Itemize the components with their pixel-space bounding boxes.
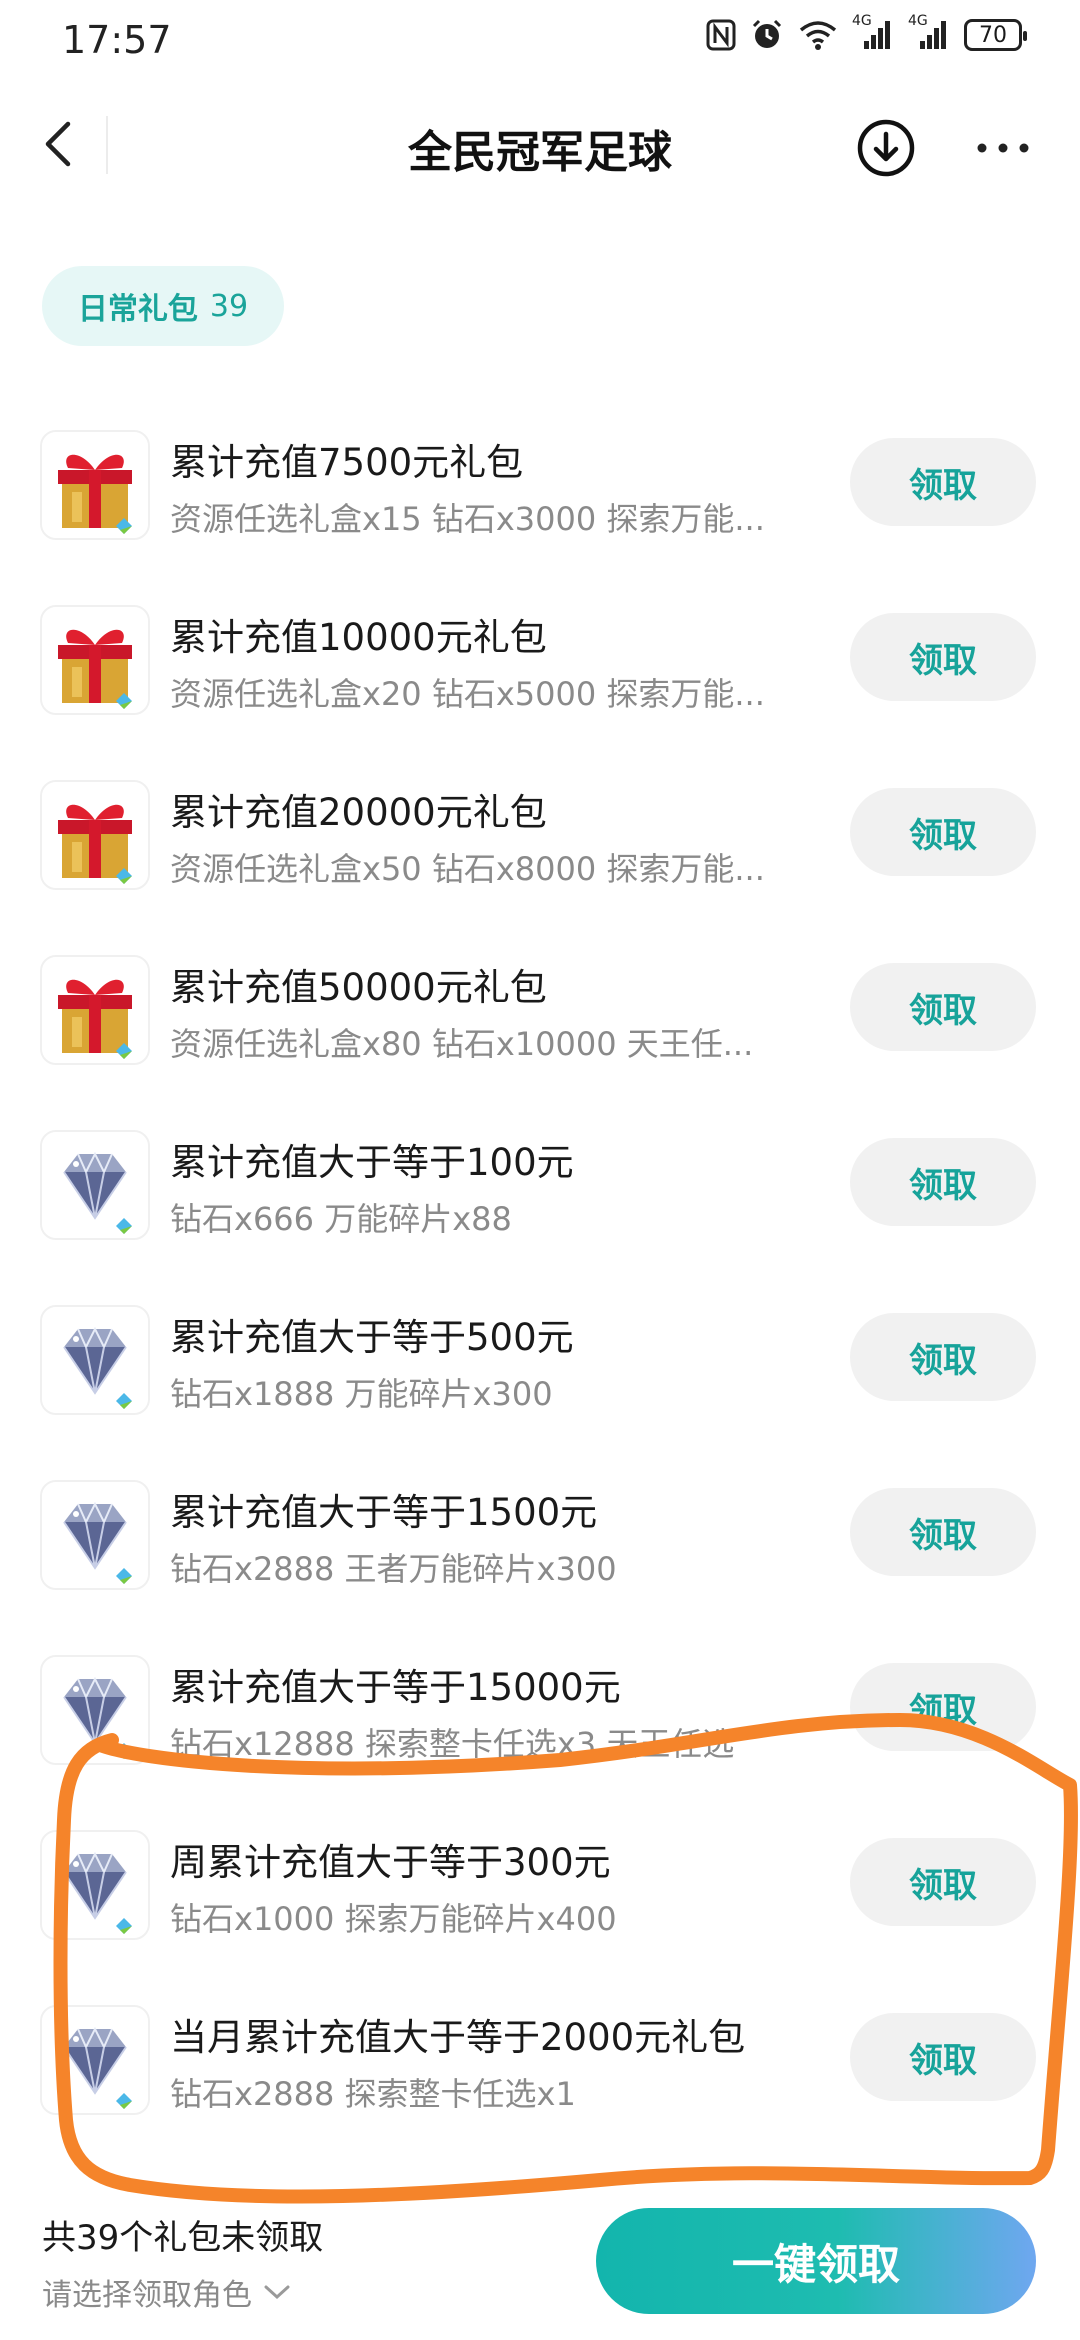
role-selector[interactable]: 请选择领取角色 (42, 2270, 292, 2314)
role-selector-label: 请选择领取角色 (42, 2278, 252, 2313)
one-click-claim-button[interactable]: 一键领取 (596, 2208, 1036, 2314)
package-row[interactable]: 累计充值大于等于1500元钻石x2888 王者万能碎片x300 领取 (0, 1470, 1080, 1645)
claim-button[interactable]: 领取 (850, 1313, 1036, 1401)
package-description: 钻石x2888 王者万能碎片x300 (170, 1550, 617, 1588)
daily-package-tab[interactable]: 日常礼包 39 (42, 266, 284, 346)
cellular-signal-1: 4G (852, 13, 894, 51)
tab-count: 39 (209, 288, 249, 324)
package-description: 钻石x1888 万能碎片x300 (170, 1375, 553, 1413)
package-title: 累计充值50000元礼包 (170, 966, 547, 1009)
package-description: 钻石x1000 探索万能碎片x400 (170, 1900, 617, 1938)
package-description: 资源任选礼盒x15 钻石x3000 探索万能... (170, 500, 765, 538)
claim-button[interactable]: 领取 (850, 613, 1036, 701)
claim-button[interactable]: 领取 (850, 1138, 1036, 1226)
gift-box-icon (40, 780, 150, 890)
signal-icon (920, 21, 946, 49)
alarm-icon (752, 19, 782, 48)
status-time: 17:57 (62, 18, 172, 62)
tab-label: 日常礼包 (77, 292, 198, 327)
gift-box-icon (40, 955, 150, 1065)
claim-button[interactable]: 领取 (850, 2013, 1036, 2101)
package-row[interactable]: 累计充值大于等于100元钻石x666 万能碎片x88 领取 (0, 1120, 1080, 1295)
more-options-icon[interactable] (970, 118, 1036, 178)
package-list: 累计充值7500元礼包 资源任选礼盒x15 钻石x3000 探索万能... 领取 累计… (0, 420, 1080, 2170)
gift-package-page: 17:57 4G 4G 70 全民冠军足球 日常礼包 39 累计充值7500元礼… (0, 0, 1080, 2340)
package-row[interactable]: 累计充值大于等于15000元钻石x12888 探索整卡任选x3 天王任选 领取 (0, 1645, 1080, 1820)
package-title: 累计充值20000元礼包 (170, 791, 547, 834)
package-row[interactable]: 累计充值10000元礼包资源任选礼盒x20 钻石x5000 探索万能... 领取 (0, 595, 1080, 770)
package-title: 周累计充值大于等于300元 (170, 1841, 611, 1884)
nfc-icon (706, 19, 736, 51)
footer-bar: 共39个礼包未领取 请选择领取角色 一键领取 (0, 2196, 1080, 2340)
signal-icon (864, 21, 890, 49)
package-row[interactable]: 累计充值大于等于500元钻石x1888 万能碎片x300 领取 (0, 1295, 1080, 1470)
package-title: 累计充值大于等于15000元 (170, 1666, 621, 1709)
gift-box-icon (40, 430, 150, 540)
status-icons: 4G 4G 70 (706, 13, 1027, 52)
download-icon[interactable] (856, 118, 916, 178)
package-description: 钻石x666 万能碎片x88 (170, 1200, 512, 1238)
gift-box-icon (40, 605, 150, 715)
package-description: 钻石x12888 探索整卡任选x3 天王任选 (170, 1725, 735, 1763)
claim-button[interactable]: 领取 (850, 1663, 1036, 1751)
package-title: 累计充值7500元礼包 (170, 441, 524, 484)
package-title: 累计充值10000元礼包 (170, 616, 547, 659)
package-row[interactable]: 累计充值50000元礼包资源任选礼盒x80 钻石x10000 天王任... 领取 (0, 945, 1080, 1120)
wifi-icon (799, 21, 837, 50)
claim-button[interactable]: 领取 (850, 438, 1036, 526)
diamond-icon (40, 1480, 150, 1590)
unclaimed-count: 共39个礼包未领取 (42, 2218, 324, 2258)
battery-indicator: 70 (964, 19, 1027, 51)
diamond-icon (40, 1305, 150, 1415)
package-row[interactable]: 累计充值7500元礼包资源任选礼盒x15 钻石x3000 探索万能... 领取 (0, 420, 1080, 595)
package-row[interactable]: 周累计充值大于等于300元钻石x1000 探索万能碎片x400 领取 (0, 1820, 1080, 1995)
diamond-icon (40, 1655, 150, 1765)
package-title: 累计充值大于等于500元 (170, 1316, 574, 1359)
package-description: 资源任选礼盒x20 钻石x5000 探索万能... (170, 675, 765, 713)
status-bar: 17:57 4G 4G 70 (0, 0, 1080, 80)
package-row[interactable]: 当月累计充值大于等于2000元礼包钻石x2888 探索整卡任选x1 领取 (0, 1995, 1080, 2170)
package-title: 累计充值大于等于100元 (170, 1141, 574, 1184)
claim-button[interactable]: 领取 (850, 963, 1036, 1051)
package-title: 当月累计充值大于等于2000元礼包 (170, 2016, 746, 2059)
claim-button[interactable]: 领取 (850, 788, 1036, 876)
app-header: 全民冠军足球 (0, 96, 1080, 192)
package-description: 资源任选礼盒x50 钻石x8000 探索万能... (170, 850, 765, 888)
diamond-icon (40, 1130, 150, 1240)
page-title: 全民冠军足球 (408, 127, 672, 178)
claim-button[interactable]: 领取 (850, 1488, 1036, 1576)
package-row[interactable]: 累计充值20000元礼包资源任选礼盒x50 钻石x8000 探索万能... 领取 (0, 770, 1080, 945)
diamond-icon (40, 2005, 150, 2115)
diamond-icon (40, 1830, 150, 1940)
package-description: 钻石x2888 探索整卡任选x1 (170, 2075, 576, 2113)
cellular-signal-2: 4G (908, 13, 950, 51)
chevron-down-icon (264, 2285, 290, 2300)
package-title: 累计充值大于等于1500元 (170, 1491, 598, 1534)
package-description: 资源任选礼盒x80 钻石x10000 天王任... (170, 1025, 754, 1063)
claim-button[interactable]: 领取 (850, 1838, 1036, 1926)
